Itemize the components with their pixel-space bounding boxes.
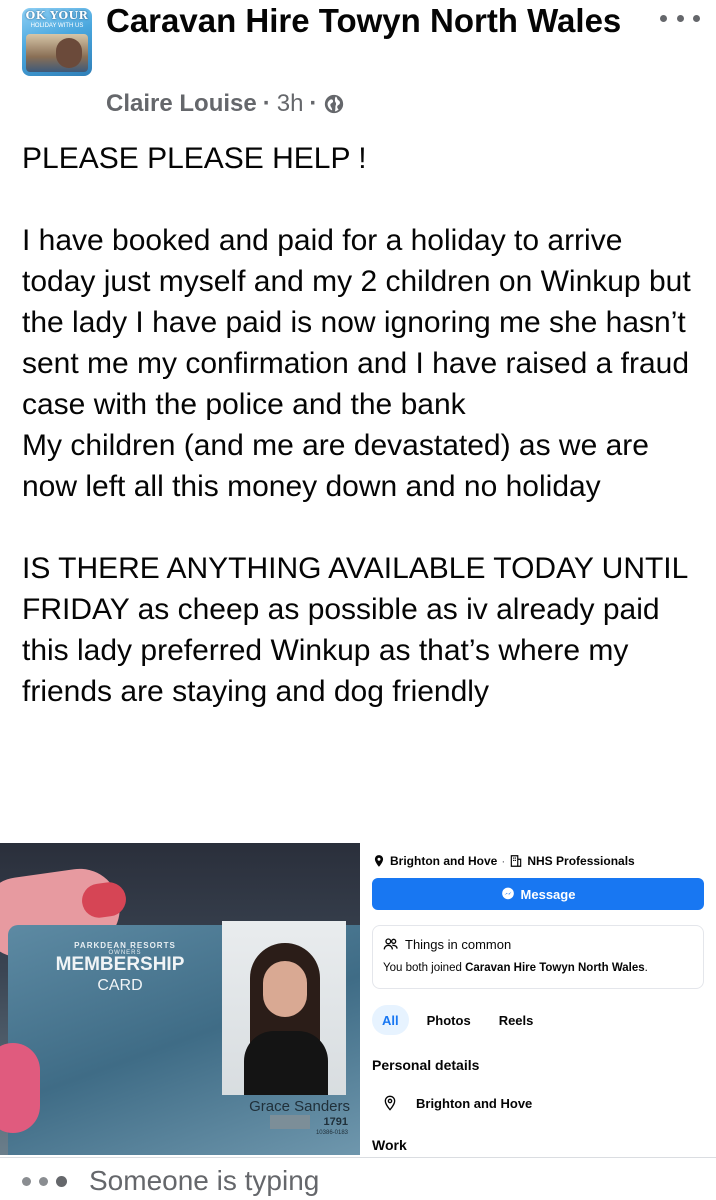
location-pin-icon — [374, 855, 384, 867]
group-avatar[interactable]: OK YOUR HOLIDAY WITH US — [22, 8, 92, 76]
thumb — [0, 1043, 40, 1133]
more-options-icon[interactable] — [660, 6, 700, 30]
typing-indicator: Someone is typing — [22, 1162, 319, 1200]
post-paragraph: I have booked and paid for a holiday to … — [22, 224, 691, 421]
detail-location-row: Brighton and Hove — [382, 1093, 532, 1113]
avatar-logo-text: OK YOUR — [25, 9, 89, 22]
post-timestamp[interactable]: 3h — [277, 90, 304, 118]
tab-photos[interactable]: Photos — [417, 1005, 481, 1035]
post-paragraph: IS THERE ANYTHING AVAILABLE TODAY UNTIL … — [22, 552, 688, 708]
avatar-face — [56, 38, 82, 68]
footer-divider — [0, 1157, 716, 1158]
workplace-icon — [511, 855, 522, 867]
things-in-common-label: Things in common — [405, 936, 512, 952]
post-paragraph: PLEASE PLEASE HELP ! — [22, 142, 367, 175]
post-body: PLEASE PLEASE HELP ! I have booked and p… — [22, 138, 702, 712]
membership-card-photo[interactable]: PARKDEAN RESORTS OWNERS MEMBERSHIP CARD … — [0, 843, 360, 1155]
profile-intro-row: Brighton and Hove · NHS Professionals — [372, 851, 635, 871]
portrait-body — [244, 1031, 328, 1095]
card-title: MEMBERSHIP — [55, 954, 185, 975]
things-in-common-header: Things in common — [383, 934, 511, 954]
meta-separator: · — [309, 90, 318, 117]
location-pin-outline-icon — [384, 1095, 396, 1111]
profile-workplace: NHS Professionals — [527, 854, 635, 868]
group-name-link[interactable]: Caravan Hire Towyn North Wales — [106, 0, 626, 42]
typing-dots-icon — [22, 1175, 67, 1187]
profile-tabs: All Photos Reels — [372, 1005, 543, 1035]
post-paragraph: My children (and me are devastated) as w… — [22, 429, 649, 503]
common-suffix: . — [644, 962, 648, 974]
message-button[interactable]: Message — [372, 878, 704, 910]
common-group-text: You both joined Caravan Hire Towyn North… — [383, 962, 648, 974]
profile-separator: · — [501, 854, 506, 868]
profile-screenshot[interactable]: Brighton and Hove · NHS Professionals Me… — [360, 843, 716, 1155]
detail-location: Brighton and Hove — [416, 1095, 533, 1111]
card-logo-text: PARKDEAN RESORTS — [74, 941, 176, 950]
card-portrait — [222, 921, 346, 1095]
message-button-label: Message — [520, 886, 576, 902]
post-header: OK YOUR HOLIDAY WITH US Caravan Hire Tow… — [0, 0, 716, 130]
profile-location: Brighton and Hove — [390, 854, 498, 868]
tab-all[interactable]: All — [372, 1005, 409, 1035]
people-icon — [383, 938, 398, 950]
tab-reels[interactable]: Reels — [489, 1005, 544, 1035]
globe-icon — [325, 94, 344, 114]
avatar-logo-subtext: HOLIDAY WITH US — [30, 23, 84, 29]
portrait-face — [263, 961, 307, 1017]
post-meta: Claire Louise · 3h · — [106, 88, 345, 120]
meta-separator: · — [262, 90, 271, 117]
messenger-icon — [501, 887, 514, 900]
personal-details-heading: Personal details — [372, 1057, 480, 1073]
work-heading: Work — [372, 1137, 407, 1153]
common-prefix: You both joined — [383, 962, 466, 974]
things-in-common-box: Things in common You both joined Caravan… — [372, 925, 704, 989]
card-holder-name: Grace Sanders — [249, 1098, 350, 1115]
author-name[interactable]: Claire Louise — [106, 90, 257, 118]
card-subtitle: CARD — [97, 977, 143, 994]
common-group-link[interactable]: Caravan Hire Towyn North Wales — [465, 962, 645, 974]
card-number: 1791 — [323, 1116, 348, 1128]
typing-text: Someone is typing — [89, 1165, 320, 1196]
card-number-small: 10386-0183 — [315, 1130, 348, 1136]
